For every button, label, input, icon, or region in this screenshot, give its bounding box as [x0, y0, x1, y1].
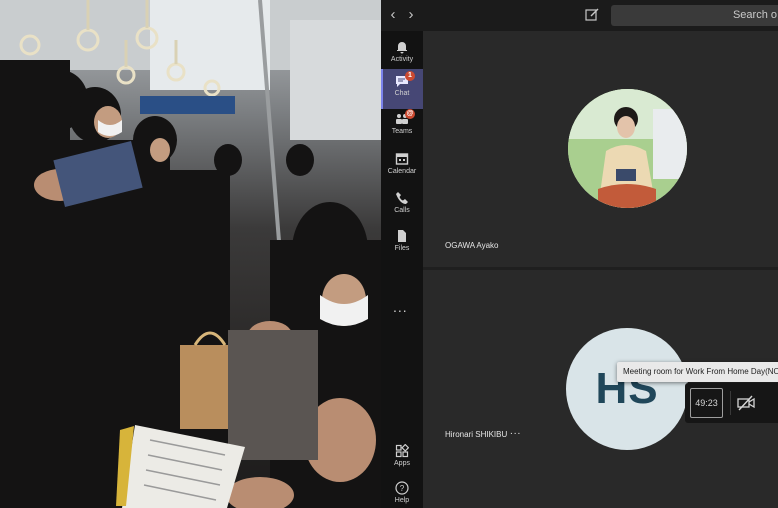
more-apps-button[interactable]: ... — [393, 299, 408, 315]
apps-icon — [395, 444, 409, 458]
svg-text:?: ? — [400, 484, 405, 493]
rail-label: Help — [394, 497, 410, 504]
rail-label: Teams — [391, 128, 413, 135]
teams-window: ‹ › Search o Activity 1 Chat @ Teams Cal… — [381, 0, 778, 508]
rail-label: Calls — [394, 207, 410, 214]
meeting-tooltip: Meeting room for Work From Home Day(NOT — [617, 362, 778, 382]
rail-label: Calendar — [387, 168, 417, 175]
avatar-photo — [568, 89, 687, 208]
calendar-icon — [395, 153, 409, 165]
call-controls: 49:23 — [685, 383, 778, 423]
rail-item-files[interactable]: Files — [381, 224, 423, 264]
phone-icon — [396, 192, 408, 204]
file-icon — [398, 230, 406, 242]
participant-name: OGAWA Ayako — [445, 241, 499, 250]
rail-item-apps[interactable]: Apps — [381, 439, 423, 479]
search-input[interactable]: Search o — [611, 5, 778, 26]
rail-item-calls[interactable]: Calls — [381, 186, 423, 226]
avatar: HS — [566, 328, 688, 450]
divider — [730, 391, 731, 415]
train-photo-illustration — [0, 0, 381, 508]
chevron-left-icon[interactable]: ‹ — [385, 6, 401, 24]
compose-icon[interactable] — [584, 7, 600, 23]
rail-item-teams[interactable]: @ Teams — [381, 107, 423, 147]
app-rail: Activity 1 Chat @ Teams Calendar Calls F… — [381, 31, 423, 508]
call-timer: 49:23 — [690, 388, 723, 418]
bell-icon — [397, 42, 407, 54]
avatar — [568, 89, 687, 208]
mention-badge: @ — [405, 109, 415, 119]
rail-label: Files — [394, 245, 410, 252]
participant-tile[interactable]: OGAWA Ayako — [423, 31, 778, 267]
rail-label: Chat — [394, 90, 410, 97]
rail-item-chat[interactable]: 1 Chat — [381, 69, 423, 109]
participant-more-button[interactable]: ... — [510, 426, 521, 437]
rail-item-calendar[interactable]: Calendar — [381, 147, 423, 187]
help-icon: ? — [395, 481, 409, 495]
train-photo — [0, 0, 381, 508]
chevron-right-icon[interactable]: › — [403, 6, 419, 24]
notification-badge: 1 — [405, 71, 415, 81]
camera-off-icon[interactable] — [737, 395, 755, 411]
rail-label: Apps — [394, 460, 410, 467]
rail-label: Activity — [390, 56, 414, 63]
rail-item-help[interactable]: ? Help — [381, 476, 423, 508]
title-bar: ‹ › Search o — [381, 0, 778, 31]
participant-name: Hironari SHIKIBU — [445, 430, 508, 439]
